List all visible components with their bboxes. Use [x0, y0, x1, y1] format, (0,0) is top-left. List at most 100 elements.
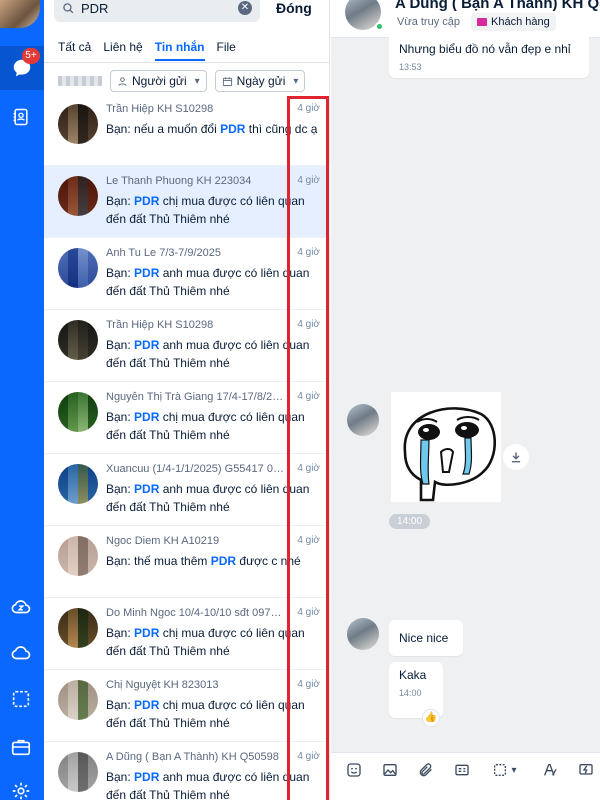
- conversation-name: Nguyễn Thị Trà Giang 17/4-17/8/20...: [106, 391, 284, 403]
- chat-title[interactable]: A Dũng ( Bạn A Thành) KH Q5: [395, 0, 600, 12]
- sender-filter-dropdown[interactable]: Người gửi ▾: [110, 70, 207, 92]
- zcloud-nav-button[interactable]: [6, 592, 36, 622]
- customer-tag[interactable]: Khách hàng: [471, 13, 556, 31]
- message-preview: Bạn: PDR chị mua được có liên quan đến đ…: [106, 192, 320, 228]
- contact-avatar: [58, 680, 98, 720]
- crop-select-icon: [494, 764, 506, 776]
- conversation-name: Ngoc Diem KH A10219: [106, 535, 220, 547]
- attach-file-button[interactable]: [415, 759, 437, 781]
- download-icon: [511, 452, 521, 463]
- message-preview: Bạn: PDR chị mua được có liên quan đến đ…: [106, 696, 320, 732]
- message-bubble[interactable]: Nhưng biểu đồ nó vẫn đẹp e nhỉ 13:53: [389, 36, 589, 78]
- message-preview: Bạn: PDR anh mua được có liên quan đến đ…: [106, 480, 320, 516]
- conversation-name: Le Thanh Phuong KH 223034: [106, 175, 252, 187]
- crop-select-icon: [12, 690, 30, 708]
- conversation-list-item[interactable]: Do Minh Ngoc 10/4-10/10 sđt 0977... 4 giờ…: [44, 598, 330, 670]
- contact-avatar: [58, 464, 98, 504]
- search-keyword-highlight: PDR: [134, 194, 160, 208]
- sticker-time: 14:00: [389, 514, 431, 529]
- chat-header: A Dũng ( Bạn A Thành) KH Q5 Vừa truy cập…: [331, 0, 600, 38]
- date-filter-label: Ngày gửi: [236, 74, 286, 88]
- text-format-icon: [544, 764, 557, 776]
- toolbox-nav-button[interactable]: [6, 732, 36, 762]
- conversation-name: Xuancuu (1/4-1/1/2025) G55417 085...: [106, 463, 284, 475]
- briefcase-icon: [11, 739, 31, 756]
- gear-icon: [12, 782, 30, 800]
- contact-avatar: [58, 608, 98, 648]
- message-bubble[interactable]: Kaka 14:00: [389, 662, 443, 718]
- cloud-nav-button[interactable]: [6, 638, 36, 668]
- sender-avatar[interactable]: [347, 618, 379, 650]
- sender-filter-label: Người gửi: [132, 74, 187, 88]
- conversation-list-item[interactable]: Ngoc Diem KH A10219 4 giờ Bạn: thế mua thê…: [44, 526, 330, 598]
- crying-sticker[interactable]: [391, 392, 501, 502]
- contacts-nav-button[interactable]: [6, 102, 36, 132]
- conversation-list-item[interactable]: A Dũng ( Bạn A Thành) KH Q50598 4 giờ Bạn:…: [44, 742, 330, 800]
- screenshot-options-dropdown[interactable]: ▾: [507, 759, 521, 781]
- conversation-time: 4 giờ: [297, 175, 320, 186]
- tab-messages[interactable]: Tin nhắn: [154, 40, 205, 61]
- calendar-icon: [222, 76, 232, 86]
- tab-contacts[interactable]: Liên hệ: [103, 40, 142, 61]
- user-avatar[interactable]: [0, 0, 40, 28]
- text-format-button[interactable]: [539, 759, 561, 781]
- date-filter-dropdown[interactable]: Ngày gửi ▾: [214, 70, 306, 92]
- sticker-button[interactable]: [343, 759, 365, 781]
- conversation-list-item[interactable]: Chị Nguyệt KH 823013 4 giờ Bạn: PDR chị mu…: [44, 670, 330, 742]
- tag-label: Khách hàng: [491, 16, 550, 28]
- clear-search-icon[interactable]: ✕: [238, 1, 252, 15]
- search-input[interactable]: PDR ✕: [54, 0, 260, 22]
- search-keyword-highlight: PDR: [220, 122, 246, 136]
- contact-avatar: [58, 104, 98, 144]
- conversation-list-item[interactable]: Xuancuu (1/4-1/1/2025) G55417 085... 4 gi…: [44, 454, 330, 526]
- preview-text: được c nhé: [236, 554, 301, 568]
- conversation-list-item[interactable]: Trần Hiệp KH S10298 4 giờ Bạn: nếu a muốn …: [44, 94, 330, 166]
- message-preview: Bạn: PDR anh mua được có liên quan đến đ…: [106, 336, 320, 372]
- message-bubble[interactable]: Nice nice: [389, 620, 463, 656]
- message-preview: Bạn: nếu a muốn đổi PDR thì cũng dc ạ: [106, 120, 320, 138]
- screenshot-nav-button[interactable]: [6, 684, 36, 714]
- image-button[interactable]: [379, 759, 401, 781]
- messages-nav-button[interactable]: 5+: [0, 46, 44, 90]
- download-sticker-button[interactable]: [503, 444, 529, 470]
- tab-all[interactable]: Tất cả: [58, 40, 91, 61]
- preview-prefix: Bạn:: [106, 626, 135, 640]
- contact-avatar: [58, 176, 98, 216]
- unread-badge: 5+: [22, 48, 40, 64]
- sender-avatar[interactable]: [347, 404, 379, 436]
- close-search-button[interactable]: Đóng: [276, 0, 312, 16]
- conversation-name: Trần Hiệp KH S10298: [106, 103, 214, 115]
- quick-message-button[interactable]: [575, 759, 597, 781]
- conversation-time: 4 giờ: [297, 535, 320, 546]
- business-card-button[interactable]: [451, 759, 473, 781]
- cloud-icon: [11, 646, 31, 660]
- filter-bar: Người gửi ▾ Ngày gửi ▾: [58, 70, 320, 92]
- chevron-down-icon: ▾: [511, 764, 517, 776]
- person-icon: [118, 76, 127, 86]
- contacts-book-icon: [13, 108, 28, 126]
- search-keyword-highlight: PDR: [134, 698, 160, 712]
- message-preview: Bạn: thế mua thêm PDR được c nhé: [106, 552, 320, 570]
- message-preview: Bạn: PDR chị mua được có liên quan đến đ…: [106, 624, 320, 660]
- paperclip-icon: [419, 763, 432, 777]
- conversation-list-item[interactable]: Trần Hiệp KH S10298 4 giờ Bạn: PDR anh mua…: [44, 310, 330, 382]
- contact-avatar: [58, 752, 98, 792]
- conversation-list-item[interactable]: Le Thanh Phuong KH 223034 4 giờ Bạn: PDR c…: [44, 166, 330, 238]
- conversation-list-item[interactable]: Anh Tu Le 7/3-7/9/2025 4 giờ Bạn: PDR anh …: [44, 238, 330, 310]
- settings-nav-button[interactable]: [6, 776, 36, 800]
- conversation-name: Chị Nguyệt KH 823013: [106, 679, 219, 691]
- message-preview: Bạn: PDR anh mua được có liên quan đến đ…: [106, 768, 320, 800]
- tab-files[interactable]: File: [217, 40, 236, 61]
- lightning-message-icon: [579, 764, 593, 775]
- contact-avatar: [58, 320, 98, 360]
- conversation-time: 4 giờ: [297, 751, 320, 762]
- conversation-list-item[interactable]: Nguyễn Thị Trà Giang 17/4-17/8/20... 4 gi…: [44, 382, 330, 454]
- contact-avatar: [58, 392, 98, 432]
- search-query[interactable]: PDR: [81, 1, 238, 16]
- chevron-down-icon: ▾: [194, 75, 200, 87]
- conversation-name: Anh Tu Le 7/3-7/9/2025: [106, 247, 221, 259]
- conversation-name: Trần Hiệp KH S10298: [106, 319, 214, 331]
- like-reaction-icon[interactable]: 👍: [423, 710, 439, 726]
- preview-prefix: Bạn:: [106, 266, 135, 280]
- search-icon: [63, 2, 74, 13]
